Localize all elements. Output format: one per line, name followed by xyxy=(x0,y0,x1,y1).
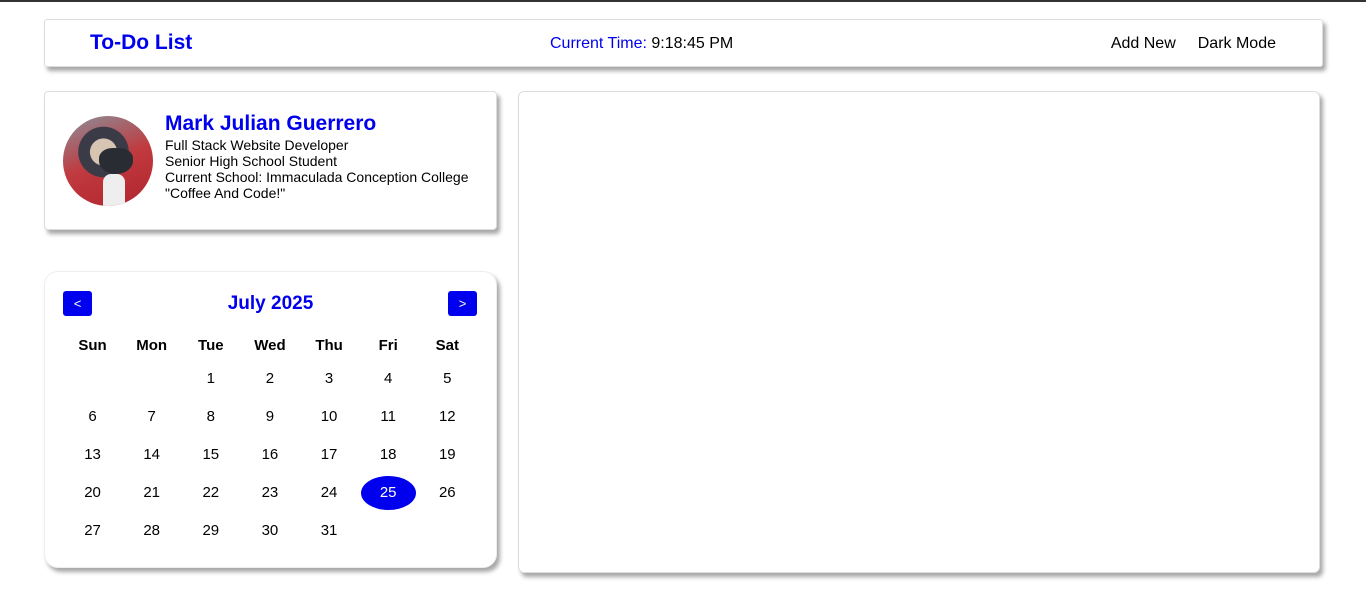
calendar-day[interactable]: 9 xyxy=(242,400,297,434)
calendar-day[interactable]: 30 xyxy=(242,514,297,548)
weekday-label: Thu xyxy=(315,336,343,354)
weekday-label: Sat xyxy=(435,336,459,354)
calendar-day[interactable]: 15 xyxy=(183,438,238,472)
profile-card: Mark Julian Guerrero Full Stack Website … xyxy=(44,91,497,230)
profile-name: Mark Julian Guerrero xyxy=(165,112,377,135)
calendar-day[interactable]: 17 xyxy=(302,438,357,472)
calendar-week: 12345 xyxy=(63,360,477,398)
app-title: To-Do List xyxy=(90,31,193,54)
calendar-day[interactable]: 6 xyxy=(65,400,120,434)
calendar-day[interactable]: 29 xyxy=(183,514,238,548)
calendar-day[interactable]: 13 xyxy=(65,438,120,472)
calendar-day[interactable]: 7 xyxy=(124,400,179,434)
calendar-day[interactable]: 12 xyxy=(420,400,475,434)
profile-role: Full Stack Website Developer xyxy=(165,137,349,153)
calendar-day-selected[interactable]: 25 xyxy=(360,476,416,510)
calendar-day[interactable]: 24 xyxy=(302,476,357,510)
calendar-day[interactable]: 23 xyxy=(242,476,297,510)
current-time-value: 9:18:45 PM xyxy=(651,35,734,52)
calendar-day[interactable]: 27 xyxy=(65,514,120,548)
calendar-week: 27 28 29 30 31 xyxy=(63,512,477,550)
calendar-day[interactable]: 10 xyxy=(302,400,357,434)
add-new-link[interactable]: Add New xyxy=(1111,35,1176,53)
next-month-button[interactable]: > xyxy=(448,291,477,316)
calendar-day[interactable]: 11 xyxy=(361,400,416,434)
calendar-week: 20 21 22 23 24 25 26 xyxy=(63,474,477,512)
profile-info: Mark Julian Guerrero Full Stack Website … xyxy=(165,111,469,201)
calendar-week: 6 7 8 9 10 11 12 xyxy=(63,398,477,436)
calendar-day[interactable]: 20 xyxy=(65,476,120,510)
calendar-day[interactable]: 8 xyxy=(183,400,238,434)
calendar-day[interactable]: 19 xyxy=(420,438,475,472)
task-panel xyxy=(518,91,1320,573)
profile-school: Current School: Immaculada Conception Co… xyxy=(165,169,469,185)
avatar xyxy=(63,116,153,206)
calendar-day[interactable]: 31 xyxy=(302,514,357,548)
weekday-label: Tue xyxy=(198,336,224,354)
calendar-day[interactable]: 21 xyxy=(124,476,179,510)
calendar-day[interactable]: 22 xyxy=(183,476,238,510)
calendar: < July 2025 > Sun Mon Tue Wed Thu Fri Sat 1 2 3 4 5… xyxy=(44,271,497,568)
calendar-day[interactable]: 16 xyxy=(242,438,297,472)
weekday-label: Mon xyxy=(136,336,168,354)
weekday-label: Sun xyxy=(78,336,107,354)
dark-mode-link[interactable]: Dark Mode xyxy=(1198,35,1276,53)
calendar-grid: Sun Mon Tue Wed Thu Fri Sat 1 2 3 4 5 6 7 8 9 10 11 12 13 14… xyxy=(63,330,477,550)
calendar-day[interactable]: 18 xyxy=(361,438,416,472)
current-time-label: Current Time: xyxy=(550,35,647,52)
calendar-day[interactable]: 2 xyxy=(242,362,297,396)
weekday-header: Sun Mon Tue Wed Thu Fri Sat xyxy=(63,330,477,360)
calendar-day[interactable]: 28 xyxy=(124,514,179,548)
weekday-label: Fri xyxy=(378,336,398,354)
nav-links: Add New Dark Mode xyxy=(1111,35,1276,53)
navbar: To-Do List Current Time: 9:18:45 PM Add … xyxy=(44,19,1323,67)
calendar-day[interactable]: 1 xyxy=(183,362,238,396)
calendar-day[interactable]: 14 xyxy=(124,438,179,472)
current-time: Current Time: 9:18:45 PM xyxy=(550,35,733,53)
calendar-day[interactable]: 26 xyxy=(420,476,475,510)
calendar-week: 13 14 15 16 17 18 19 xyxy=(63,436,477,474)
profile-status: Senior High School Student xyxy=(165,153,337,169)
calendar-day[interactable]: 4 xyxy=(361,362,416,396)
weekday-label: Wed xyxy=(254,336,286,354)
calendar-day[interactable]: 3 xyxy=(302,362,357,396)
profile-motto: "Coffee And Code!" xyxy=(165,185,286,201)
calendar-day[interactable]: 5 xyxy=(420,362,475,396)
calendar-month-title: July 2025 xyxy=(227,293,314,314)
